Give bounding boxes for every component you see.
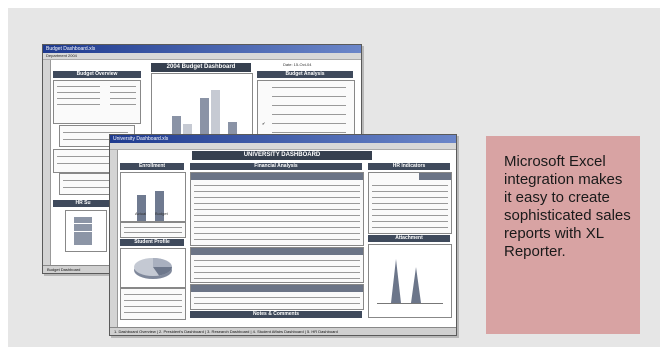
budget-overview-header: Budget Overview	[53, 71, 141, 78]
enrollment-chart: Actual Budget	[120, 172, 186, 222]
dashboard-title: 2004 Budget Dashboard	[151, 63, 251, 72]
notes-header: Notes & Comments	[190, 311, 362, 318]
pie-chart	[134, 258, 172, 279]
legend-actual: Actual	[135, 211, 147, 216]
financial-subtable-2	[190, 284, 364, 310]
legend-budget: Budget	[155, 211, 168, 216]
financial-subtable	[190, 247, 364, 283]
content-panel: Budget Dashboard.xls Department 2004 Dat…	[8, 8, 660, 347]
student-profile-table	[120, 288, 186, 320]
caption-box: Microsoft Excel integration makes it eas…	[486, 136, 640, 334]
financial-analysis-header: Financial Analysis	[190, 163, 362, 170]
hr-indicators-header: HR Indicators	[368, 163, 450, 170]
window-title[interactable]: University Dashboard.xls	[110, 135, 456, 143]
financial-analysis-table	[190, 172, 364, 246]
hr-summary-header: HR Su	[53, 200, 113, 207]
window-title[interactable]: Budget Dashboard.xls	[43, 45, 361, 53]
enrollment-header: Enrollment	[120, 163, 184, 170]
budget-overview-table	[53, 80, 141, 124]
sheet-tabs[interactable]: 1. Dashboard Overview | 2. President's D…	[110, 327, 456, 335]
attachment-3d-chart	[368, 244, 452, 318]
excel-window-university-dashboard[interactable]: University Dashboard.xls UNIVERSITY DASH…	[109, 134, 457, 336]
chart-bar	[137, 195, 146, 221]
row-headers	[110, 150, 118, 328]
row-headers	[43, 60, 51, 266]
chart-cone	[411, 267, 421, 303]
dashboard-title: UNIVERSITY DASHBOARD	[192, 151, 372, 160]
budget-analysis-header: Budget Analysis	[257, 71, 353, 78]
student-profile-pie	[120, 248, 186, 288]
check-icon: ✔	[262, 121, 266, 126]
attachment-header: Attachment	[368, 235, 450, 242]
caption-text: Microsoft Excel integration makes it eas…	[504, 153, 631, 260]
student-profile-header: Student Profile	[120, 239, 184, 246]
hr-mini-chart	[65, 210, 107, 252]
chart-cone	[391, 259, 401, 303]
formula-bar[interactable]: Department 2004	[43, 53, 361, 60]
enrollment-table	[120, 222, 186, 238]
date-label: Date: 15-Oct-04	[283, 62, 312, 67]
chart-bar	[155, 191, 164, 221]
formula-bar[interactable]	[110, 143, 456, 150]
hr-indicators-table	[368, 172, 452, 234]
